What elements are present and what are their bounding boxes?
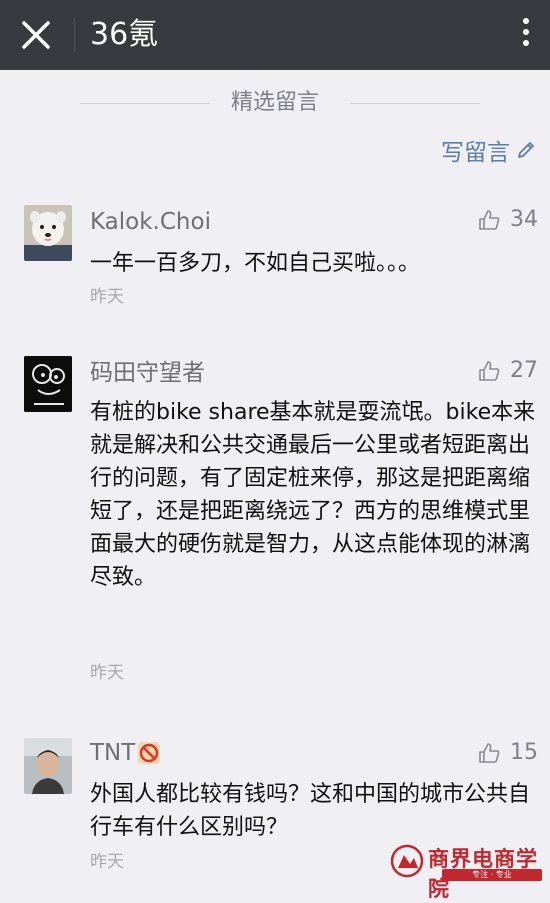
watermark-subtitle: 专注 · 专业	[442, 869, 542, 881]
like-count: 15	[510, 740, 538, 765]
pencil-icon	[516, 140, 536, 160]
line-drawing-avatar-image	[24, 356, 72, 412]
write-comment-button[interactable]: 写留言	[441, 133, 536, 167]
person-avatar-image	[24, 738, 72, 794]
watermark: 商界电商学院 专注 · 专业	[390, 841, 546, 881]
comment-nickname-text: TNT	[90, 738, 135, 768]
like-button[interactable]: 34	[478, 207, 538, 232]
comment-time: 昨天	[90, 285, 124, 309]
write-comment-label: 写留言	[441, 133, 510, 167]
top-bar: 36氪	[0, 0, 550, 70]
page-title: 36氪	[90, 16, 158, 54]
comment-nickname: Kalok.Choi	[90, 207, 211, 237]
avatar[interactable]	[24, 356, 72, 412]
more-vertical-icon	[514, 18, 538, 46]
avatar[interactable]	[24, 738, 72, 794]
section-header: 精选留言	[0, 86, 550, 120]
more-button[interactable]	[514, 14, 538, 56]
thumbs-up-icon	[478, 209, 500, 231]
like-button[interactable]: 15	[478, 740, 538, 765]
comment-nickname: TNT	[90, 738, 161, 768]
comment-content: 外国人都比较有钱吗？这和中国的城市公共自行车有什么区别吗？	[90, 778, 538, 844]
like-count: 27	[510, 358, 538, 383]
comment-nickname: 码田守望者	[90, 358, 205, 388]
thumbs-up-icon	[478, 360, 500, 382]
comment-content: 有桩的bike share基本就是耍流氓。bike本来就是解决和公共交通最后一公…	[90, 396, 538, 594]
comment-content: 一年一百多刀，不如自己买啦。。。	[90, 247, 538, 280]
comment-item: Kalok.Choi 34 一年一百多刀，不如自己买啦。。。 昨天	[0, 205, 550, 315]
like-count: 34	[510, 207, 538, 232]
comment-item: 码田守望者 27 有桩的bike share基本就是耍流氓。bike本来就是解决…	[0, 356, 550, 691]
dog-avatar-image	[24, 205, 72, 261]
topbar-divider	[74, 18, 75, 52]
like-button[interactable]: 27	[478, 358, 538, 383]
close-icon	[14, 13, 58, 57]
no-entry-sign-icon	[137, 741, 161, 765]
thumbs-up-icon	[478, 742, 500, 764]
comment-time: 昨天	[90, 661, 124, 685]
comment-time: 昨天	[90, 850, 124, 874]
avatar[interactable]	[24, 205, 72, 261]
watermark-logo-icon	[390, 844, 424, 878]
section-divider-right	[350, 103, 480, 104]
close-button[interactable]	[14, 13, 58, 57]
